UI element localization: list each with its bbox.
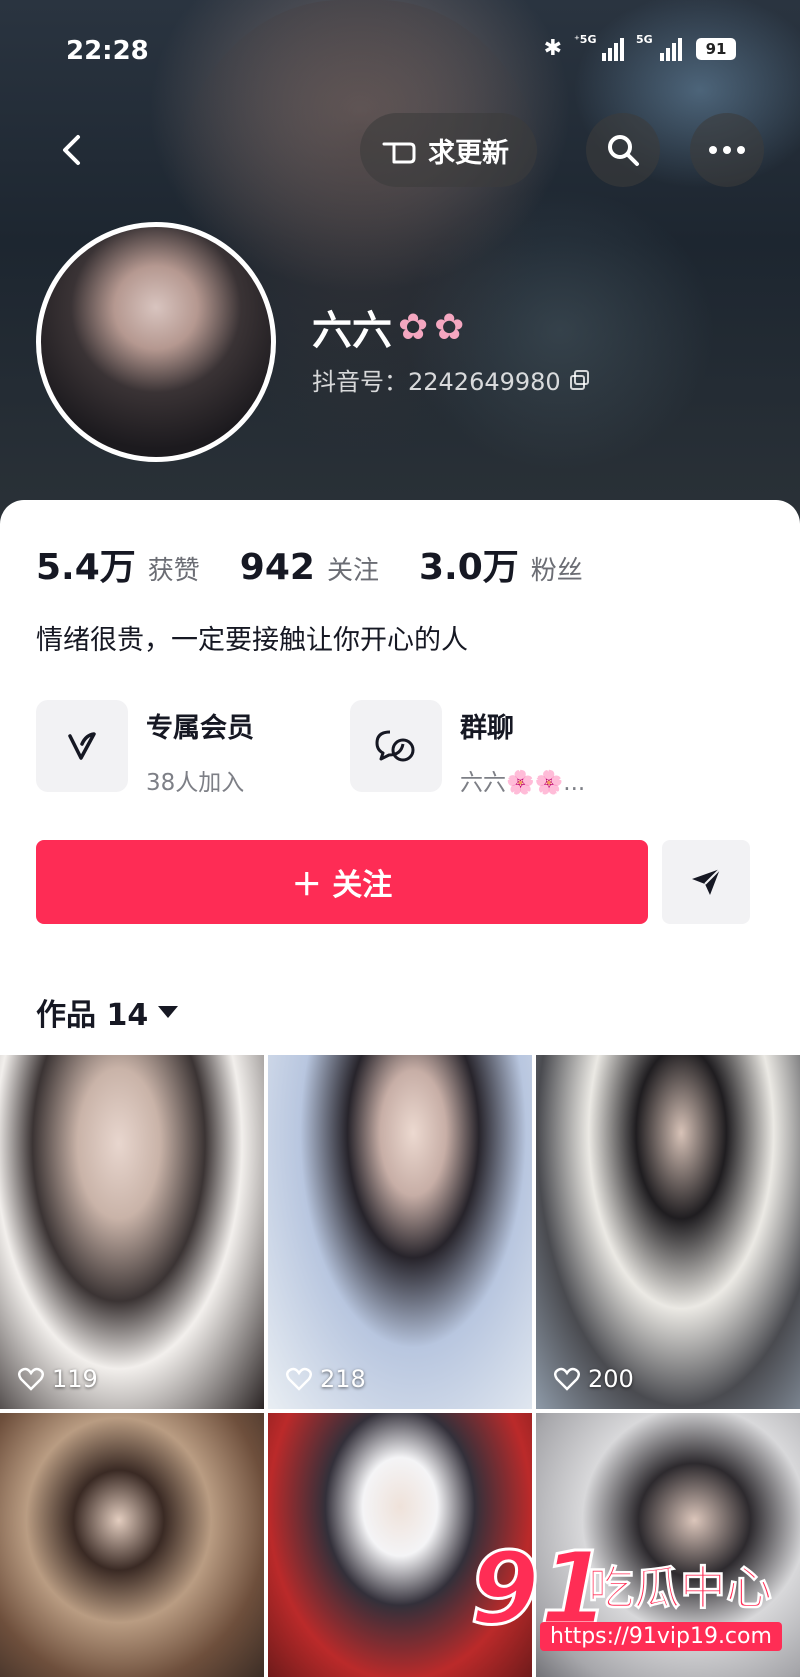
profile-page: { "status_bar": { "time": "22:28", "net1… (0, 0, 800, 1677)
like-count: 200 (554, 1365, 634, 1393)
pointing-hand-icon (382, 142, 416, 164)
group-name: 六六🌸🌸... (460, 770, 586, 796)
member-v-icon (36, 700, 128, 792)
more-button[interactable] (690, 113, 764, 187)
back-button[interactable] (36, 113, 110, 187)
flower-icon: ✿ (398, 306, 429, 348)
works-label: 作品 14 (36, 998, 149, 1033)
site-watermark: 91 吃瓜中心 https://91vip19.com (468, 1529, 790, 1670)
flower-icon: ✿ (434, 306, 465, 348)
watermark-url: https://91vip19.com (540, 1622, 782, 1651)
video-thumbnail[interactable]: 218 (268, 1055, 532, 1409)
group-chat-card[interactable]: 群聊 六六🌸🌸... (350, 700, 585, 797)
douyin-id-row[interactable]: 抖音号：2242649980 (312, 362, 591, 397)
bio-text: 情绪很贵，一定要接触让你开心的人 (36, 625, 468, 656)
avatar[interactable] (36, 222, 276, 462)
share-button[interactable] (662, 840, 750, 924)
copy-icon (569, 369, 589, 390)
profile-info-card: 5.4万 获赞 942 关注 3.0万 粉丝 情绪很贵，一定要接触让你开心的人 … (0, 500, 800, 1040)
cover-image: 22:28 ✱ ⁺5G 5G 91 求更新 六六 ✿ ✿ 抖音号：2242649… (0, 0, 800, 540)
douyin-id: 抖音号：2242649980 (312, 368, 561, 396)
heart-icon (554, 1367, 580, 1391)
chat-bubbles-icon (350, 700, 442, 792)
video-thumbnail[interactable]: 200 (536, 1055, 800, 1409)
exclusive-member-card[interactable]: 专属会员 38人加入 (36, 700, 254, 797)
stats-row: 5.4万 获赞 942 关注 3.0万 粉丝 (36, 538, 583, 590)
stat-number: 5.4万 (36, 547, 136, 588)
caret-down-icon (158, 1006, 179, 1018)
search-icon (608, 135, 639, 166)
request-update-button[interactable]: 求更新 (360, 113, 537, 187)
member-count: 38人加入 (146, 770, 245, 796)
profile-name-row: 六六 ✿ ✿ (312, 298, 464, 356)
heart-icon (18, 1367, 44, 1391)
works-tab[interactable]: 作品 14 (36, 990, 179, 1034)
watermark-logo-text: 吃瓜中心 (588, 1561, 773, 1616)
share-icon (692, 868, 721, 895)
request-update-label: 求更新 (428, 137, 509, 169)
video-thumbnail[interactable]: 119 (0, 1055, 264, 1409)
stat-label: 获赞 (147, 556, 200, 586)
stat-number: 3.0万 (418, 547, 519, 588)
search-button[interactable] (586, 113, 660, 187)
more-icon (709, 146, 745, 154)
follow-button[interactable]: ＋ 关注 (36, 840, 648, 924)
signal-icon: 5G (636, 33, 682, 61)
stat-label: 粉丝 (530, 556, 583, 586)
signal-icon: ⁺5G (574, 33, 624, 61)
stat-likes[interactable]: 5.4万 获赞 (36, 538, 200, 590)
video-thumbnail[interactable] (0, 1413, 264, 1677)
bluetooth-icon: ✱ (543, 36, 562, 61)
like-count: 218 (286, 1365, 366, 1393)
battery-icon: 91 (696, 37, 736, 60)
group-title: 群聊 (460, 713, 514, 744)
status-bar: 22:28 ✱ ⁺5G 5G 91 (0, 30, 800, 74)
back-icon (63, 135, 80, 165)
status-time: 22:28 (66, 36, 149, 66)
profile-name: 六六 (312, 308, 392, 354)
stat-label: 关注 (326, 556, 379, 586)
stat-fans[interactable]: 3.0万 粉丝 (419, 538, 583, 590)
heart-icon (286, 1367, 312, 1391)
status-icons: ✱ ⁺5G 5G 91 (543, 33, 736, 61)
stat-following[interactable]: 942 关注 (240, 547, 379, 588)
like-count: 119 (18, 1365, 98, 1393)
stat-number: 942 (239, 547, 315, 588)
member-title: 专属会员 (146, 713, 254, 744)
